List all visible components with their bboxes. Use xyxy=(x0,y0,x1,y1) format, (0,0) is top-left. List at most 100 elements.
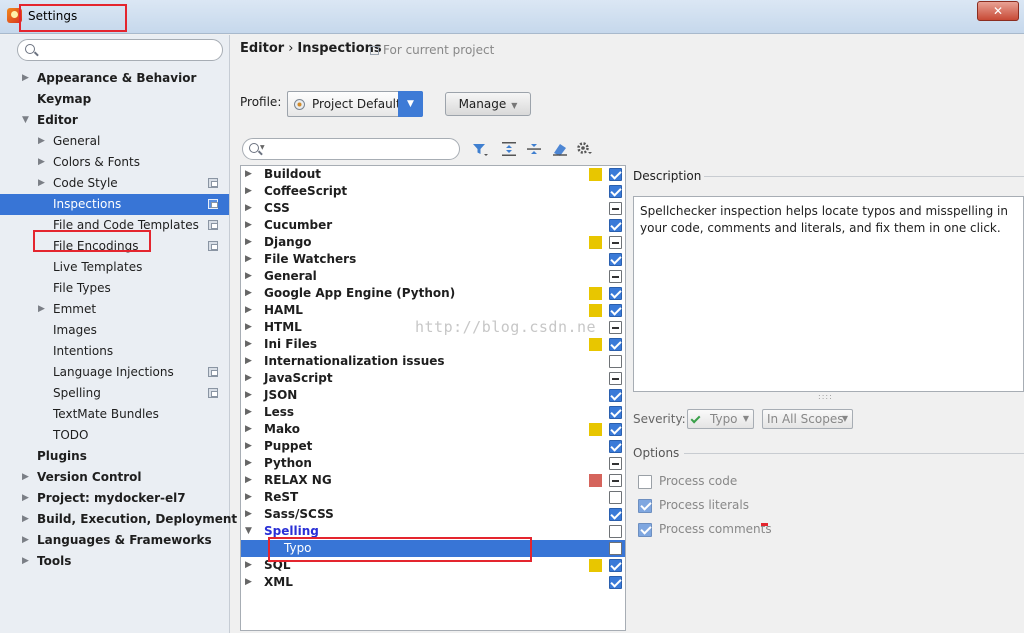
inspection-enabled-checkbox[interactable] xyxy=(609,236,622,249)
chevron-right-icon[interactable]: ▶ xyxy=(22,509,34,530)
inspection-row-ini-files[interactable]: ▶ Ini Files xyxy=(241,336,625,353)
inspection-row-javascript[interactable]: ▶ JavaScript xyxy=(241,370,625,387)
chevron-right-icon[interactable]: ▶ xyxy=(38,299,50,320)
settings-search[interactable] xyxy=(17,39,223,61)
chevron-right-icon[interactable]: ▶ xyxy=(245,285,252,302)
chevron-right-icon[interactable]: ▶ xyxy=(245,489,252,506)
inspection-enabled-checkbox[interactable] xyxy=(609,542,622,555)
inspection-enabled-checkbox[interactable] xyxy=(609,338,622,351)
inspection-enabled-checkbox[interactable] xyxy=(609,474,622,487)
chevron-right-icon[interactable]: ▶ xyxy=(22,551,34,572)
collapse-all-icon[interactable] xyxy=(524,139,544,159)
chevron-right-icon[interactable]: ▶ xyxy=(245,217,252,234)
inspection-row-cucumber[interactable]: ▶ Cucumber xyxy=(241,217,625,234)
sidebar-item-emmet[interactable]: ▶ Emmet xyxy=(0,299,229,320)
filter-icon[interactable] xyxy=(470,139,490,159)
inspection-row-general[interactable]: ▶ General xyxy=(241,268,625,285)
inspection-enabled-checkbox[interactable] xyxy=(609,423,622,436)
inspection-enabled-checkbox[interactable] xyxy=(609,287,622,300)
inspection-row-mako[interactable]: ▶ Mako xyxy=(241,421,625,438)
sidebar-item-appearance-behavior[interactable]: ▶ Appearance & Behavior xyxy=(0,68,229,89)
inspection-enabled-checkbox[interactable] xyxy=(609,389,622,402)
inspection-row-less[interactable]: ▶ Less xyxy=(241,404,625,421)
sidebar-item-plugins[interactable]: Plugins xyxy=(0,446,229,467)
option-checkbox[interactable] xyxy=(638,523,652,537)
sidebar-item-general[interactable]: ▶ General xyxy=(0,131,229,152)
sidebar-item-images[interactable]: Images xyxy=(0,320,229,341)
chevron-right-icon[interactable]: ▶ xyxy=(245,557,252,574)
chevron-right-icon[interactable]: ▶ xyxy=(38,152,50,173)
sidebar-item-textmate-bundles[interactable]: TextMate Bundles xyxy=(0,404,229,425)
option-checkbox[interactable] xyxy=(638,475,652,489)
sidebar-item-file-types[interactable]: File Types xyxy=(0,278,229,299)
inspection-row-html[interactable]: ▶ HTML xyxy=(241,319,625,336)
chevron-right-icon[interactable]: ▶ xyxy=(245,353,252,370)
inspection-enabled-checkbox[interactable] xyxy=(609,491,622,504)
chevron-right-icon[interactable]: ▶ xyxy=(245,574,252,591)
gear-icon[interactable] xyxy=(574,139,594,159)
inspection-row-puppet[interactable]: ▶ Puppet xyxy=(241,438,625,455)
scope-select[interactable]: In All Scopes ▼ xyxy=(762,409,853,429)
inspection-enabled-checkbox[interactable] xyxy=(609,168,622,181)
close-button[interactable]: ✕ xyxy=(977,1,1019,21)
inspection-enabled-checkbox[interactable] xyxy=(609,525,622,538)
chevron-right-icon[interactable]: ▶ xyxy=(245,438,252,455)
inspection-enabled-checkbox[interactable] xyxy=(609,321,622,334)
sidebar-item-todo[interactable]: TODO xyxy=(0,425,229,446)
sidebar-item-code-style[interactable]: ▶ Code Style xyxy=(0,173,229,194)
chevron-right-icon[interactable]: ▶ xyxy=(245,336,252,353)
inspection-enabled-checkbox[interactable] xyxy=(609,440,622,453)
sidebar-item-live-templates[interactable]: Live Templates xyxy=(0,257,229,278)
chevron-right-icon[interactable]: ▶ xyxy=(245,166,252,183)
inspection-row-internationalization-issues[interactable]: ▶ Internationalization issues xyxy=(241,353,625,370)
inspection-enabled-checkbox[interactable] xyxy=(609,457,622,470)
inspection-row-css[interactable]: ▶ CSS xyxy=(241,200,625,217)
sidebar-item-inspections[interactable]: Inspections xyxy=(0,194,229,215)
inspection-enabled-checkbox[interactable] xyxy=(609,406,622,419)
inspection-row-django[interactable]: ▶ Django xyxy=(241,234,625,251)
inspection-row-coffeescript[interactable]: ▶ CoffeeScript xyxy=(241,183,625,200)
sidebar-item-version-control[interactable]: ▶ Version Control xyxy=(0,467,229,488)
sidebar-item-languages-frameworks[interactable]: ▶ Languages & Frameworks xyxy=(0,530,229,551)
inspection-enabled-checkbox[interactable] xyxy=(609,559,622,572)
chevron-right-icon[interactable]: ▶ xyxy=(245,319,252,336)
chevron-down-icon[interactable]: ▼ xyxy=(398,91,423,117)
inspection-row-xml[interactable]: ▶ XML xyxy=(241,574,625,591)
chevron-right-icon[interactable]: ▶ xyxy=(245,251,252,268)
sidebar-item-editor[interactable]: ▼ Editor xyxy=(0,110,229,131)
search-options-icon[interactable]: ▼ xyxy=(260,144,265,151)
option-checkbox[interactable] xyxy=(638,499,652,513)
inspection-enabled-checkbox[interactable] xyxy=(609,219,622,232)
chevron-right-icon[interactable]: ▶ xyxy=(245,268,252,285)
inspection-search-input[interactable] xyxy=(269,141,453,157)
inspection-row-json[interactable]: ▶ JSON xyxy=(241,387,625,404)
chevron-right-icon[interactable]: ▶ xyxy=(245,421,252,438)
inspection-enabled-checkbox[interactable] xyxy=(609,253,622,266)
chevron-right-icon[interactable]: ▶ xyxy=(22,68,34,89)
sidebar-item-language-injections[interactable]: Language Injections xyxy=(0,362,229,383)
inspection-enabled-checkbox[interactable] xyxy=(609,372,622,385)
reset-icon[interactable] xyxy=(550,139,570,159)
chevron-right-icon[interactable]: ▶ xyxy=(22,530,34,551)
inspection-row-haml[interactable]: ▶ HAML xyxy=(241,302,625,319)
inspection-row-google-app-engine-python[interactable]: ▶ Google App Engine (Python) xyxy=(241,285,625,302)
chevron-right-icon[interactable]: ▶ xyxy=(245,506,252,523)
chevron-down-icon[interactable]: ▼ xyxy=(245,523,252,540)
inspection-row-sass-scss[interactable]: ▶ Sass/SCSS xyxy=(241,506,625,523)
inspection-row-buildout[interactable]: ▶ Buildout xyxy=(241,166,625,183)
expand-all-icon[interactable] xyxy=(499,139,519,159)
chevron-right-icon[interactable]: ▶ xyxy=(245,183,252,200)
inspection-row-file-watchers[interactable]: ▶ File Watchers xyxy=(241,251,625,268)
chevron-right-icon[interactable]: ▶ xyxy=(22,467,34,488)
resize-handle[interactable]: :::: xyxy=(818,392,833,401)
chevron-right-icon[interactable]: ▶ xyxy=(245,472,252,489)
inspection-enabled-checkbox[interactable] xyxy=(609,270,622,283)
chevron-right-icon[interactable]: ▶ xyxy=(22,488,34,509)
inspection-row-rest[interactable]: ▶ ReST xyxy=(241,489,625,506)
inspection-enabled-checkbox[interactable] xyxy=(609,202,622,215)
sidebar-item-project-mydocker-el7[interactable]: ▶ Project: mydocker-el7 xyxy=(0,488,229,509)
inspection-row-relax-ng[interactable]: ▶ RELAX NG xyxy=(241,472,625,489)
inspection-row-python[interactable]: ▶ Python xyxy=(241,455,625,472)
profile-select[interactable]: Project Default ▼ xyxy=(287,91,423,117)
sidebar-item-keymap[interactable]: Keymap xyxy=(0,89,229,110)
